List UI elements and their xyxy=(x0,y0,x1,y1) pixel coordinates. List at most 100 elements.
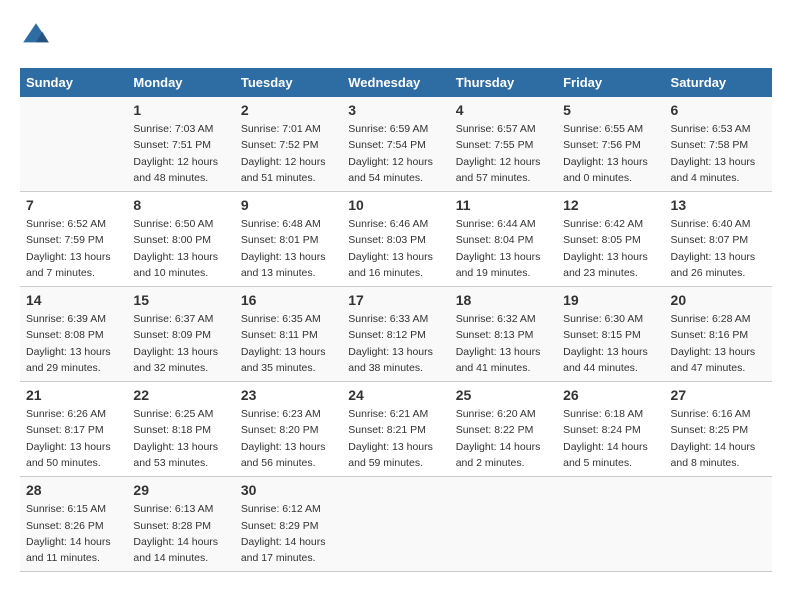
day-cell: 13 Sunrise: 6:40 AMSunset: 8:07 PMDaylig… xyxy=(665,192,772,287)
day-number: 16 xyxy=(241,292,336,308)
day-detail: Sunrise: 6:23 AMSunset: 8:20 PMDaylight:… xyxy=(241,406,336,471)
day-cell: 15 Sunrise: 6:37 AMSunset: 8:09 PMDaylig… xyxy=(127,287,234,382)
day-cell: 14 Sunrise: 6:39 AMSunset: 8:08 PMDaylig… xyxy=(20,287,127,382)
header-row: SundayMondayTuesdayWednesdayThursdayFrid… xyxy=(20,68,772,97)
day-detail: Sunrise: 6:57 AMSunset: 7:55 PMDaylight:… xyxy=(456,121,551,186)
day-detail: Sunrise: 6:15 AMSunset: 8:26 PMDaylight:… xyxy=(26,501,121,566)
day-number: 29 xyxy=(133,482,228,498)
day-cell: 2 Sunrise: 7:01 AMSunset: 7:52 PMDayligh… xyxy=(235,97,342,192)
week-row-3: 14 Sunrise: 6:39 AMSunset: 8:08 PMDaylig… xyxy=(20,287,772,382)
day-cell: 21 Sunrise: 6:26 AMSunset: 8:17 PMDaylig… xyxy=(20,382,127,477)
logo-icon xyxy=(20,20,52,52)
day-detail: Sunrise: 6:25 AMSunset: 8:18 PMDaylight:… xyxy=(133,406,228,471)
calendar-table: SundayMondayTuesdayWednesdayThursdayFrid… xyxy=(20,68,772,572)
day-number: 27 xyxy=(671,387,766,403)
day-cell: 11 Sunrise: 6:44 AMSunset: 8:04 PMDaylig… xyxy=(450,192,557,287)
day-number: 7 xyxy=(26,197,121,213)
day-detail: Sunrise: 6:37 AMSunset: 8:09 PMDaylight:… xyxy=(133,311,228,376)
day-cell: 20 Sunrise: 6:28 AMSunset: 8:16 PMDaylig… xyxy=(665,287,772,382)
day-cell: 18 Sunrise: 6:32 AMSunset: 8:13 PMDaylig… xyxy=(450,287,557,382)
day-detail: Sunrise: 6:39 AMSunset: 8:08 PMDaylight:… xyxy=(26,311,121,376)
day-cell: 12 Sunrise: 6:42 AMSunset: 8:05 PMDaylig… xyxy=(557,192,664,287)
day-number: 6 xyxy=(671,102,766,118)
header-sunday: Sunday xyxy=(20,68,127,97)
day-cell: 17 Sunrise: 6:33 AMSunset: 8:12 PMDaylig… xyxy=(342,287,449,382)
day-cell: 9 Sunrise: 6:48 AMSunset: 8:01 PMDayligh… xyxy=(235,192,342,287)
week-row-5: 28 Sunrise: 6:15 AMSunset: 8:26 PMDaylig… xyxy=(20,477,772,572)
day-number: 12 xyxy=(563,197,658,213)
header-tuesday: Tuesday xyxy=(235,68,342,97)
day-detail: Sunrise: 6:44 AMSunset: 8:04 PMDaylight:… xyxy=(456,216,551,281)
day-cell: 19 Sunrise: 6:30 AMSunset: 8:15 PMDaylig… xyxy=(557,287,664,382)
day-number: 4 xyxy=(456,102,551,118)
header-saturday: Saturday xyxy=(665,68,772,97)
day-cell xyxy=(342,477,449,572)
day-detail: Sunrise: 7:01 AMSunset: 7:52 PMDaylight:… xyxy=(241,121,336,186)
day-detail: Sunrise: 6:40 AMSunset: 8:07 PMDaylight:… xyxy=(671,216,766,281)
day-cell xyxy=(20,97,127,192)
day-number: 18 xyxy=(456,292,551,308)
day-cell: 3 Sunrise: 6:59 AMSunset: 7:54 PMDayligh… xyxy=(342,97,449,192)
day-cell xyxy=(665,477,772,572)
day-number: 13 xyxy=(671,197,766,213)
day-detail: Sunrise: 6:13 AMSunset: 8:28 PMDaylight:… xyxy=(133,501,228,566)
day-cell: 25 Sunrise: 6:20 AMSunset: 8:22 PMDaylig… xyxy=(450,382,557,477)
day-detail: Sunrise: 6:50 AMSunset: 8:00 PMDaylight:… xyxy=(133,216,228,281)
day-number: 15 xyxy=(133,292,228,308)
day-detail: Sunrise: 6:32 AMSunset: 8:13 PMDaylight:… xyxy=(456,311,551,376)
day-detail: Sunrise: 6:42 AMSunset: 8:05 PMDaylight:… xyxy=(563,216,658,281)
day-detail: Sunrise: 6:16 AMSunset: 8:25 PMDaylight:… xyxy=(671,406,766,471)
day-number: 24 xyxy=(348,387,443,403)
day-cell: 1 Sunrise: 7:03 AMSunset: 7:51 PMDayligh… xyxy=(127,97,234,192)
day-cell: 27 Sunrise: 6:16 AMSunset: 8:25 PMDaylig… xyxy=(665,382,772,477)
day-detail: Sunrise: 6:28 AMSunset: 8:16 PMDaylight:… xyxy=(671,311,766,376)
day-cell: 10 Sunrise: 6:46 AMSunset: 8:03 PMDaylig… xyxy=(342,192,449,287)
day-cell: 8 Sunrise: 6:50 AMSunset: 8:00 PMDayligh… xyxy=(127,192,234,287)
day-cell: 4 Sunrise: 6:57 AMSunset: 7:55 PMDayligh… xyxy=(450,97,557,192)
day-number: 25 xyxy=(456,387,551,403)
day-detail: Sunrise: 6:35 AMSunset: 8:11 PMDaylight:… xyxy=(241,311,336,376)
day-detail: Sunrise: 6:52 AMSunset: 7:59 PMDaylight:… xyxy=(26,216,121,281)
day-number: 5 xyxy=(563,102,658,118)
day-number: 11 xyxy=(456,197,551,213)
day-cell: 6 Sunrise: 6:53 AMSunset: 7:58 PMDayligh… xyxy=(665,97,772,192)
day-cell: 16 Sunrise: 6:35 AMSunset: 8:11 PMDaylig… xyxy=(235,287,342,382)
day-detail: Sunrise: 6:26 AMSunset: 8:17 PMDaylight:… xyxy=(26,406,121,471)
day-detail: Sunrise: 6:18 AMSunset: 8:24 PMDaylight:… xyxy=(563,406,658,471)
day-detail: Sunrise: 6:46 AMSunset: 8:03 PMDaylight:… xyxy=(348,216,443,281)
day-cell: 28 Sunrise: 6:15 AMSunset: 8:26 PMDaylig… xyxy=(20,477,127,572)
day-cell: 22 Sunrise: 6:25 AMSunset: 8:18 PMDaylig… xyxy=(127,382,234,477)
day-detail: Sunrise: 6:30 AMSunset: 8:15 PMDaylight:… xyxy=(563,311,658,376)
day-number: 26 xyxy=(563,387,658,403)
day-detail: Sunrise: 6:21 AMSunset: 8:21 PMDaylight:… xyxy=(348,406,443,471)
day-number: 19 xyxy=(563,292,658,308)
header-wednesday: Wednesday xyxy=(342,68,449,97)
header-monday: Monday xyxy=(127,68,234,97)
day-detail: Sunrise: 6:48 AMSunset: 8:01 PMDaylight:… xyxy=(241,216,336,281)
day-cell: 5 Sunrise: 6:55 AMSunset: 7:56 PMDayligh… xyxy=(557,97,664,192)
header-thursday: Thursday xyxy=(450,68,557,97)
day-number: 20 xyxy=(671,292,766,308)
day-detail: Sunrise: 7:03 AMSunset: 7:51 PMDaylight:… xyxy=(133,121,228,186)
header-friday: Friday xyxy=(557,68,664,97)
day-number: 21 xyxy=(26,387,121,403)
day-detail: Sunrise: 6:59 AMSunset: 7:54 PMDaylight:… xyxy=(348,121,443,186)
day-number: 23 xyxy=(241,387,336,403)
day-number: 8 xyxy=(133,197,228,213)
day-cell: 29 Sunrise: 6:13 AMSunset: 8:28 PMDaylig… xyxy=(127,477,234,572)
day-number: 9 xyxy=(241,197,336,213)
logo xyxy=(20,20,56,52)
day-number: 3 xyxy=(348,102,443,118)
week-row-1: 1 Sunrise: 7:03 AMSunset: 7:51 PMDayligh… xyxy=(20,97,772,192)
day-cell: 7 Sunrise: 6:52 AMSunset: 7:59 PMDayligh… xyxy=(20,192,127,287)
day-number: 14 xyxy=(26,292,121,308)
day-cell xyxy=(450,477,557,572)
day-number: 10 xyxy=(348,197,443,213)
day-cell: 24 Sunrise: 6:21 AMSunset: 8:21 PMDaylig… xyxy=(342,382,449,477)
day-number: 1 xyxy=(133,102,228,118)
day-number: 17 xyxy=(348,292,443,308)
day-cell: 30 Sunrise: 6:12 AMSunset: 8:29 PMDaylig… xyxy=(235,477,342,572)
day-detail: Sunrise: 6:20 AMSunset: 8:22 PMDaylight:… xyxy=(456,406,551,471)
day-detail: Sunrise: 6:33 AMSunset: 8:12 PMDaylight:… xyxy=(348,311,443,376)
day-number: 28 xyxy=(26,482,121,498)
